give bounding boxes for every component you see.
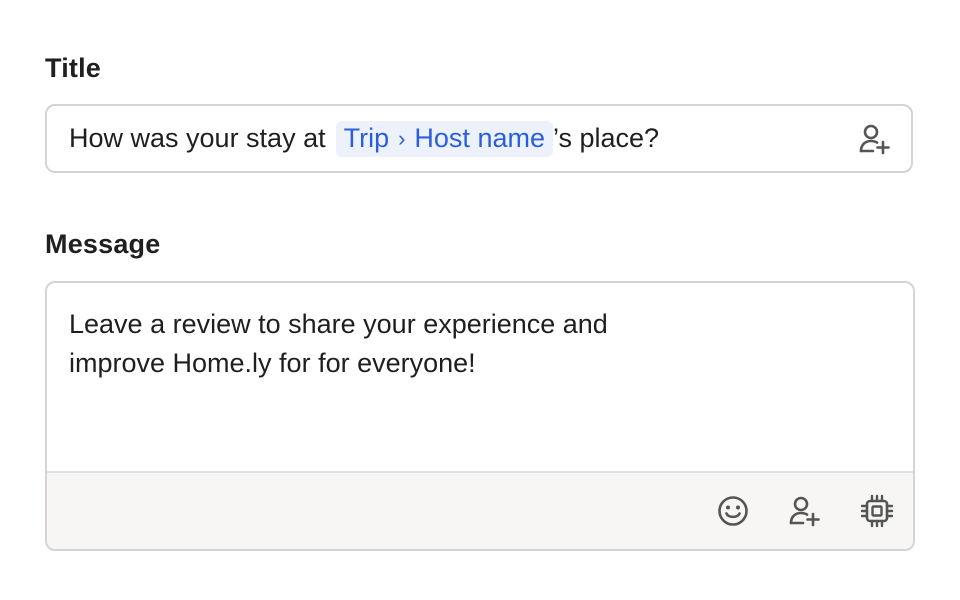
variable-chip-parent: Trip [343, 123, 390, 153]
person-add-icon [859, 124, 890, 154]
insert-variable-button-toolbar[interactable] [785, 491, 825, 531]
chip-button[interactable] [857, 491, 897, 531]
insert-variable-button[interactable] [855, 119, 895, 159]
message-field-label: Message [45, 229, 161, 259]
message-textarea[interactable]: Leave a review to share your experience … [45, 281, 915, 551]
title-input-content[interactable]: How was your stay at Trip › Host name ’s… [69, 120, 855, 157]
chip-icon [860, 494, 894, 528]
emoji-icon [718, 496, 748, 526]
emoji-button[interactable] [713, 491, 753, 531]
title-input[interactable]: How was your stay at Trip › Host name ’s… [45, 104, 913, 173]
variable-chip-separator: › [398, 125, 406, 151]
variable-chip-child: Host name [414, 123, 545, 153]
variable-chip[interactable]: Trip › Host name [335, 120, 553, 157]
person-add-icon [789, 496, 820, 527]
title-field-label: Title [45, 53, 102, 83]
message-text[interactable]: Leave a review to share your experience … [69, 305, 689, 383]
title-text-before: How was your stay at [69, 123, 326, 153]
message-toolbar [47, 471, 913, 549]
title-text-after: ’s place? [552, 123, 660, 153]
